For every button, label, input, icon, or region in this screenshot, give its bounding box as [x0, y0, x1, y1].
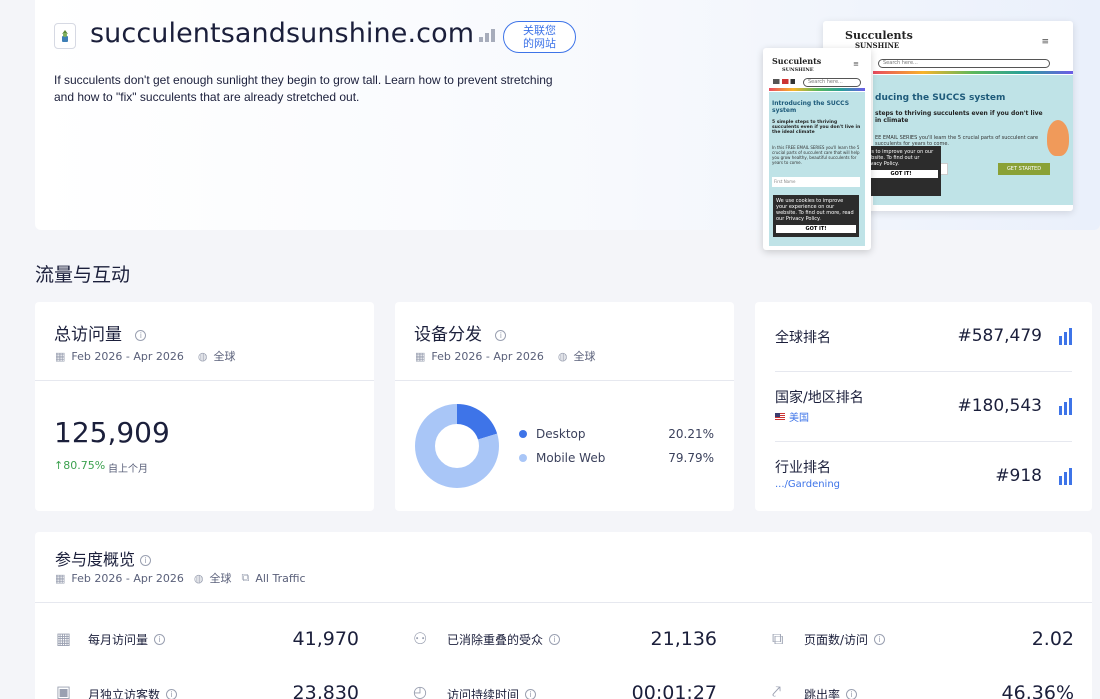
preview-strip	[873, 71, 1073, 74]
industry-rank-label: 行业排名	[775, 460, 831, 476]
traffic-icon: ⧉	[241, 571, 250, 584]
monthly-visits-value: 41,970	[292, 628, 359, 650]
card-divider	[395, 380, 734, 381]
menu-icon: ≡	[1041, 37, 1049, 47]
desktop-share-value: 20.21%	[668, 427, 714, 441]
preview-mobile-sub: 5 simple steps to thriving succulents ev…	[772, 120, 861, 135]
preview-first-name: First Name	[772, 177, 860, 187]
country-rank-label: 国家/地区排名	[775, 390, 864, 406]
us-flag-icon	[775, 413, 785, 420]
pages-per-visit-label: 页面数/访问 i	[804, 631, 886, 648]
rank-chart-icon[interactable]	[1059, 468, 1072, 485]
preview-flower-image	[1047, 120, 1069, 156]
rank-signal-icon	[479, 29, 495, 42]
unique-visitors-label: 月独立访客数 i	[88, 686, 178, 699]
globe-icon: ◍	[193, 571, 204, 585]
country-rank-value: #180,543	[957, 396, 1042, 416]
site-favicon	[54, 23, 76, 49]
device-distribution-card: 设备分发 i ▦ Feb 2026 - Apr 2026 ◍ 全球 Desktop …	[395, 302, 734, 511]
calendar-icon: ▦	[55, 349, 66, 363]
visits-delta: ↑80.75%	[54, 459, 106, 472]
rank-chart-icon[interactable]	[1059, 398, 1072, 415]
preview-mobile-heading: Introducing the SUCCS system	[772, 100, 850, 114]
card-title: 总访问量 i	[54, 320, 147, 345]
info-icon[interactable]: i	[135, 329, 147, 341]
preview-mobile-cookie: We use cookies to improve your experienc…	[773, 195, 859, 237]
legend-desktop: Desktop	[519, 427, 586, 441]
preview-cta: GET STARTED	[998, 163, 1050, 175]
dedup-audience-value: 21,136	[650, 628, 717, 650]
dedup-audience-label: 已消除重叠的受众 i	[447, 631, 561, 648]
rank-divider	[775, 441, 1072, 442]
global-rank-value: #587,479	[957, 326, 1042, 346]
bounce-icon: ⤤	[772, 682, 782, 699]
info-icon[interactable]: i	[166, 689, 178, 699]
preview-heading: ducing the SUCCS system	[875, 93, 1006, 103]
pages-per-visit-value: 2.02	[1031, 628, 1074, 650]
menu-icon: ≡	[853, 60, 859, 68]
total-visits-value: 125,909	[54, 416, 170, 449]
section-title: 流量与互动	[35, 264, 131, 286]
users-icon: ⚇	[413, 629, 428, 648]
card-title: 设备分发 i	[414, 320, 507, 345]
visits-delta-label: 自上个月	[108, 464, 148, 475]
total-visits-card: 总访问量 i ▦ Feb 2026 - Apr 2026 ◍ 全球 125,909 …	[35, 302, 374, 511]
card-meta: ▦ Feb 2026 - Apr 2026 ◍ 全球 ⧉ All Traffic	[55, 571, 306, 585]
preview-mobile-strip	[769, 88, 865, 91]
industry-rank-value: #918	[995, 466, 1042, 486]
rank-chart-icon[interactable]	[1059, 328, 1072, 345]
visit-duration-value: 00:01:27	[631, 682, 717, 699]
monthly-visits-label: 每月访问量 i	[88, 631, 166, 648]
industry-rank-sub[interactable]: .../Gardening	[775, 479, 840, 490]
preview-search: Search here...	[878, 59, 1050, 68]
preview-mobile-logo: Succulents SUNSHINE	[772, 56, 822, 73]
visitor-icon: ▣	[56, 682, 72, 699]
mobile-share-value: 79.79%	[668, 451, 714, 465]
bounce-rate-label: 跳出率 i	[804, 686, 858, 699]
info-icon[interactable]: i	[846, 689, 858, 699]
info-icon[interactable]: i	[154, 634, 166, 645]
mobile-dot	[519, 454, 527, 462]
preview-cookie-banner: kies to improve your on our website. To …	[861, 146, 941, 196]
rank-card: 全球排名 #587,479 国家/地区排名 美国 #180,543 行业排名 .…	[755, 302, 1092, 511]
bounce-rate-value: 46.36%	[1001, 682, 1074, 699]
preview-subheading: steps to thriving succulents even if you…	[875, 110, 1043, 124]
pages-icon: ⧉	[772, 629, 784, 648]
card-meta: ▦ Feb 2026 - Apr 2026 ◍ 全球	[55, 349, 236, 364]
preview-mobile-search: Search here...	[803, 78, 861, 87]
rank-divider	[775, 371, 1072, 372]
legend-mobile: Mobile Web	[519, 451, 605, 465]
info-icon[interactable]: i	[140, 555, 152, 566]
info-icon[interactable]: i	[874, 634, 886, 645]
connect-site-button[interactable]: 关联您 的网站	[503, 21, 576, 53]
info-icon[interactable]: i	[549, 634, 561, 645]
country-rank-sub[interactable]: 美国	[775, 409, 809, 424]
visit-duration-label: 访问持续时间 i	[447, 686, 537, 699]
card-meta: ▦ Feb 2026 - Apr 2026 ◍ 全球	[415, 349, 596, 364]
globe-icon: ◍	[197, 349, 208, 363]
site-domain: succulentsandsunshine.com	[90, 18, 475, 49]
unique-visitors-value: 23,830	[292, 682, 359, 699]
card-divider	[35, 602, 1092, 603]
card-divider	[35, 380, 374, 381]
preview-mobile-body: In this FREE EMAIL SERIES you'll learn t…	[772, 145, 860, 165]
mobile-preview: Succulents SUNSHINE ≡ Search here... Intr…	[763, 48, 871, 250]
info-icon[interactable]: i	[495, 329, 507, 341]
social-icons	[773, 79, 795, 84]
card-title: 参与度概览 i	[55, 546, 152, 570]
global-rank-label: 全球排名	[775, 330, 831, 346]
desktop-dot	[519, 430, 527, 438]
calendar-icon: ▦	[55, 571, 66, 585]
info-icon[interactable]: i	[525, 689, 537, 699]
globe-icon: ◍	[557, 349, 568, 363]
engagement-overview-card: 参与度概览 i ▦ Feb 2026 - Apr 2026 ◍ 全球 ⧉ All Tr…	[35, 532, 1092, 699]
calendar-icon: ▦	[415, 349, 426, 363]
device-donut-chart	[415, 404, 499, 488]
calendar-icon: ▦	[56, 629, 72, 648]
timer-icon: ◴	[413, 682, 427, 699]
site-description: If succulents don't get enough sunlight …	[54, 73, 553, 104]
